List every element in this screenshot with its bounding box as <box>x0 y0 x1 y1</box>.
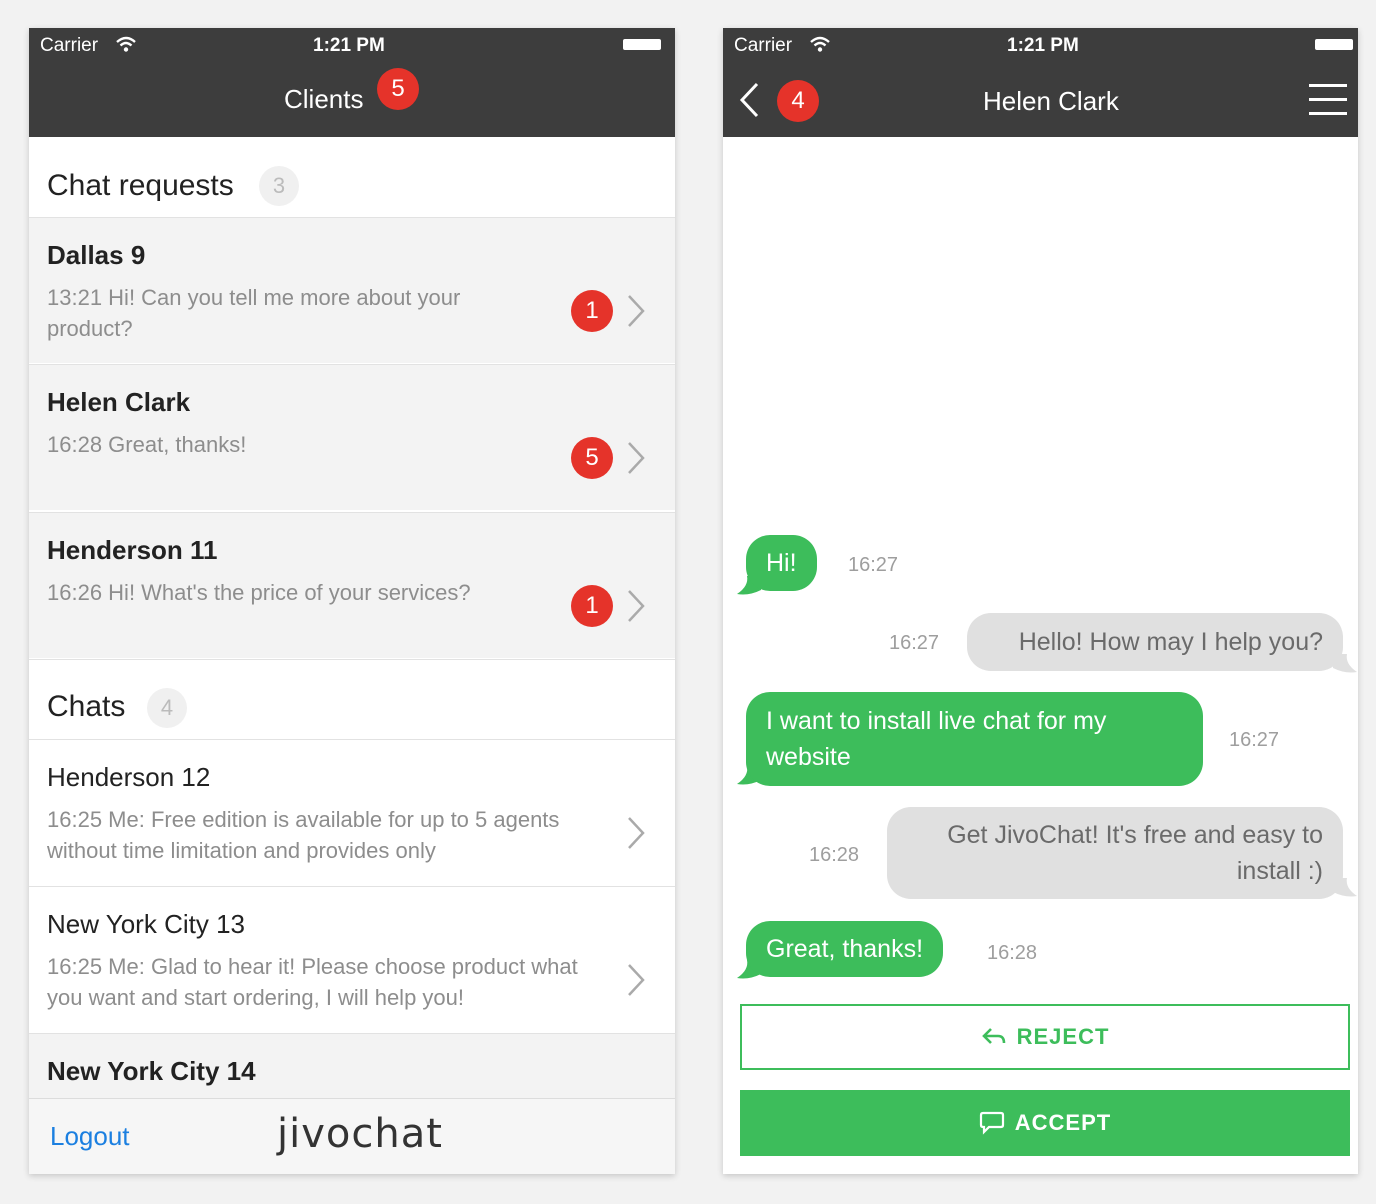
page-title: Helen Clark <box>983 86 1119 116</box>
accept-button[interactable]: ACCEPT <box>740 1090 1350 1156</box>
chats-header: Chats 4 <box>29 659 675 739</box>
chat-screen: Carrier 1:21 PM 4 Helen Clark Hi! 16:27 … <box>723 28 1358 1174</box>
client-name: Dallas 9 <box>47 240 146 270</box>
chat-requests-header: Chat requests 3 <box>29 137 675 217</box>
bubble-tail <box>1333 654 1357 673</box>
client-name: Henderson 12 <box>47 762 211 792</box>
accept-button-label: ACCEPT <box>1014 1110 1112 1135</box>
navigation-bar: Carrier 1:21 PM Clients 5 <box>29 28 675 137</box>
request-row-henderson-11[interactable]: Henderson 11 16:26 Hi! What's the price … <box>29 512 675 658</box>
chevron-right-icon <box>628 442 645 474</box>
carrier-label: Carrier <box>40 35 99 56</box>
unread-badge: 1 <box>571 290 613 332</box>
request-row-dallas-9[interactable]: Dallas 9 13:21 Hi! Can you tell me more … <box>29 217 675 363</box>
navigation-bar: Carrier 1:21 PM 4 Helen Clark <box>723 28 1358 137</box>
requests-count: 3 <box>259 166 299 206</box>
clients-screen: Carrier 1:21 PM Clients 5 Chat requests … <box>29 28 675 1174</box>
client-name: New York City 13 <box>47 909 245 939</box>
last-message: 16:25 Me: Free edition is available for … <box>47 807 560 863</box>
clock: 1:21 PM <box>313 35 385 56</box>
status-bar: Carrier 1:21 PM <box>29 28 675 62</box>
logout-link[interactable]: Logout <box>50 1121 130 1152</box>
last-message: 16:26 Hi! What's the price of your servi… <box>47 580 471 605</box>
jivochat-logo: jivochat <box>277 1111 443 1157</box>
client-name: New York City 14 <box>47 1056 256 1086</box>
reply-arrow-icon <box>981 1028 1005 1044</box>
chevron-right-icon <box>628 817 645 849</box>
message-time: 16:27 <box>889 632 940 654</box>
bubble-tail <box>1333 878 1357 897</box>
chevron-right-icon <box>628 964 645 996</box>
unread-badge: 5 <box>571 437 613 479</box>
client-name: Henderson 11 <box>47 535 218 565</box>
chevron-right-icon <box>628 590 645 622</box>
chat-bubble-icon <box>979 1111 1004 1135</box>
clients-count-badge: 5 <box>377 68 419 110</box>
clock: 1:21 PM <box>1007 35 1079 56</box>
client-name: Helen Clark <box>47 387 191 417</box>
bottom-toolbar: Logout jivochat <box>29 1098 675 1174</box>
chats-count: 4 <box>147 688 187 728</box>
carrier-label: Carrier <box>734 35 793 56</box>
message-time: 16:28 <box>809 844 860 866</box>
last-message: 13:21 Hi! Can you tell me more about you… <box>47 285 461 341</box>
message-time: 16:28 <box>987 942 1038 964</box>
message-bubble-incoming: I want to install live chat for my websi… <box>746 692 1203 786</box>
back-unread-badge[interactable]: 4 <box>777 80 819 122</box>
chevron-right-icon <box>628 295 645 327</box>
battery-icon <box>1315 39 1353 50</box>
hamburger-menu-icon[interactable] <box>1309 82 1347 118</box>
message-bubble-outgoing: Hello! How may I help you? <box>967 613 1343 671</box>
status-bar: Carrier 1:21 PM <box>723 28 1358 62</box>
message-bubble-outgoing: Get JivoChat! It's free and easy to inst… <box>887 807 1343 899</box>
battery-icon <box>623 39 661 50</box>
chat-row-henderson-12[interactable]: Henderson 12 16:25 Me: Free edition is a… <box>29 739 675 885</box>
last-message: 16:25 Me: Glad to hear it! Please choose… <box>47 954 578 1010</box>
back-arrow-icon[interactable] <box>737 80 761 120</box>
message-bubble-incoming: Hi! <box>746 535 817 591</box>
wifi-icon <box>116 36 136 52</box>
chat-row-new-york-city-13[interactable]: New York City 13 16:25 Me: Glad to hear … <box>29 886 675 1032</box>
wifi-icon <box>810 36 830 52</box>
request-row-helen-clark[interactable]: Helen Clark 16:28 Great, thanks! 5 <box>29 364 675 510</box>
message-time: 16:27 <box>1229 729 1280 751</box>
last-message: 16:28 Great, thanks! <box>47 432 247 457</box>
section-title: Chat requests <box>47 169 234 202</box>
message-bubble-incoming: Great, thanks! <box>746 921 944 977</box>
section-title: Chats <box>47 690 126 723</box>
reject-button-label: REJECT <box>1016 1024 1110 1049</box>
unread-badge: 1 <box>571 585 613 627</box>
page-title: Clients <box>284 84 364 114</box>
message-time: 16:27 <box>848 554 899 576</box>
reject-button[interactable]: REJECT <box>740 1004 1350 1070</box>
